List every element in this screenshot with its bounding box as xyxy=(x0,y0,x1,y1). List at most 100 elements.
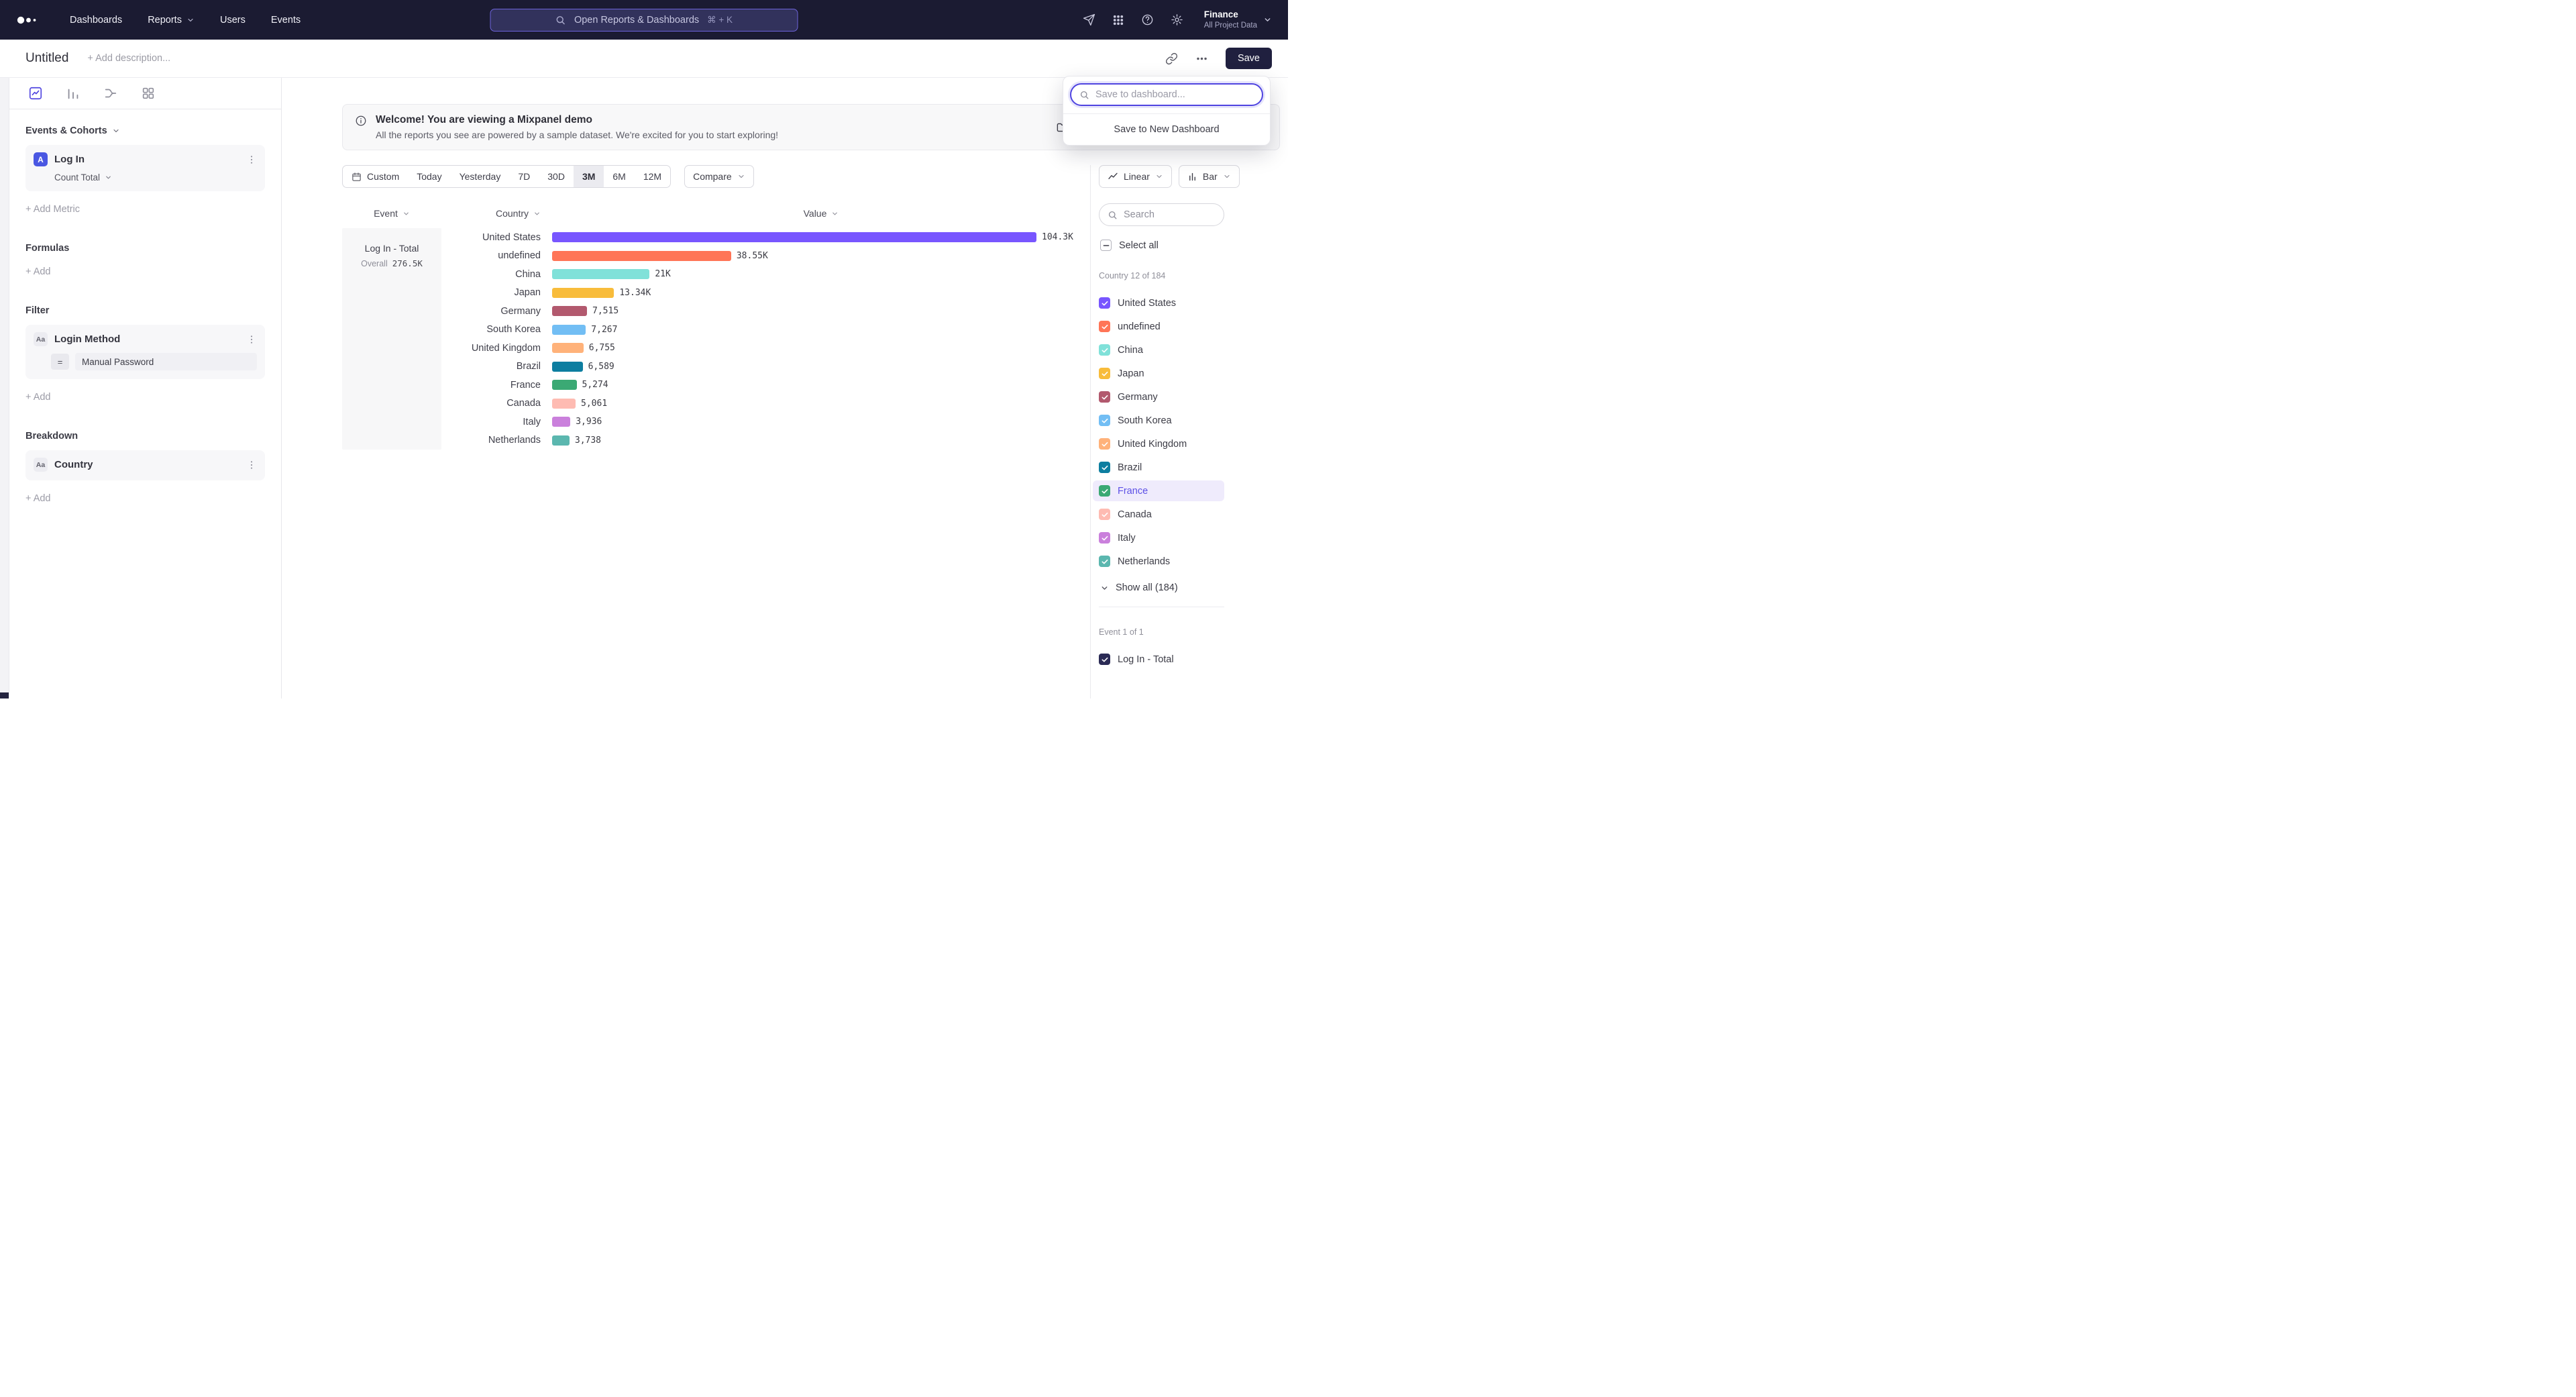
date-range-custom[interactable]: Custom xyxy=(343,166,408,187)
metric-card[interactable]: A Log In Count Total xyxy=(25,145,265,191)
metric-more-icon[interactable] xyxy=(246,154,257,165)
add-filter-button[interactable]: + Add xyxy=(25,392,265,403)
legend-item-italy[interactable]: Italy xyxy=(1093,527,1224,548)
value-column-header[interactable]: Value xyxy=(552,208,1090,219)
legend-item-undefined[interactable]: undefined xyxy=(1093,316,1224,337)
checkbox-china[interactable] xyxy=(1099,344,1110,356)
filter-card[interactable]: Aa Login Method = Manual Password xyxy=(25,325,265,379)
legend-item-netherlands[interactable]: Netherlands xyxy=(1093,551,1224,572)
nav-item-dashboards[interactable]: Dashboards xyxy=(70,15,122,25)
date-range-yesterday[interactable]: Yesterday xyxy=(451,166,510,187)
nav-item-reports[interactable]: Reports xyxy=(148,15,195,25)
save-to-new-dashboard-item[interactable]: Save to New Dashboard xyxy=(1070,114,1263,145)
add-formula-button[interactable]: + Add xyxy=(25,266,265,277)
bar-japan[interactable] xyxy=(552,288,614,298)
apps-grid-icon[interactable] xyxy=(1112,14,1124,26)
bar-undefined[interactable] xyxy=(552,251,731,261)
bar-germany[interactable] xyxy=(552,306,587,316)
bar-south-korea[interactable] xyxy=(552,325,586,335)
legend-item-brazil[interactable]: Brazil xyxy=(1093,457,1224,478)
checkbox-united-states[interactable] xyxy=(1099,297,1110,309)
bar-united-states[interactable] xyxy=(552,232,1036,242)
select-all-checkbox[interactable] xyxy=(1100,240,1112,251)
filter-value-selector[interactable]: Manual Password xyxy=(75,353,257,370)
show-all-button[interactable]: Show all (184) xyxy=(1099,582,1224,593)
legend-item-canada[interactable]: Canada xyxy=(1093,504,1224,525)
settings-gear-icon[interactable] xyxy=(1171,13,1183,26)
save-button[interactable]: Save xyxy=(1226,48,1272,69)
mixpanel-logo-icon[interactable] xyxy=(16,15,40,25)
tab-flows-icon[interactable] xyxy=(103,86,118,101)
checkbox-netherlands[interactable] xyxy=(1099,556,1110,567)
line-type-selector[interactable]: Linear xyxy=(1099,165,1172,188)
date-range-7d[interactable]: 7D xyxy=(509,166,539,187)
date-range-6m[interactable]: 6M xyxy=(604,166,634,187)
add-metric-button[interactable]: + Add Metric xyxy=(25,204,265,215)
filter-operator-selector[interactable]: = xyxy=(51,354,69,370)
filter-property-name[interactable]: Login Method xyxy=(54,333,239,345)
aggregation-selector[interactable]: Count Total xyxy=(54,172,257,183)
global-search-button[interactable]: Open Reports & Dashboards ⌘ + K xyxy=(490,9,798,32)
checkbox-italy[interactable] xyxy=(1099,532,1110,544)
legend-item-germany[interactable]: Germany xyxy=(1093,386,1224,407)
legend-item-south-korea[interactable]: South Korea xyxy=(1093,410,1224,431)
checkbox-germany[interactable] xyxy=(1099,391,1110,403)
filter-more-icon[interactable] xyxy=(246,334,257,345)
compare-button[interactable]: Compare xyxy=(684,165,754,188)
checkbox-canada[interactable] xyxy=(1099,509,1110,520)
report-title[interactable]: Untitled xyxy=(25,51,68,66)
legend-item-china[interactable]: China xyxy=(1093,340,1224,360)
add-breakdown-button[interactable]: + Add xyxy=(25,493,265,504)
events-section-title[interactable]: Events & Cohorts xyxy=(25,125,265,136)
bar-value-label: 21K xyxy=(655,269,670,279)
legend-item-united-kingdom[interactable]: United Kingdom xyxy=(1093,433,1224,454)
body-row: Events & Cohorts A Log In Count Total xyxy=(0,78,1288,698)
date-range-3m[interactable]: 3M xyxy=(574,166,604,187)
save-to-dashboard-input[interactable] xyxy=(1095,89,1254,100)
tab-insights-line-chart-icon[interactable] xyxy=(28,86,43,101)
checkbox-brazil[interactable] xyxy=(1099,462,1110,473)
breakdown-card[interactable]: Aa Country xyxy=(25,450,265,480)
checkbox-france[interactable] xyxy=(1099,485,1110,497)
checkbox-south-korea[interactable] xyxy=(1099,415,1110,426)
legend-item-france[interactable]: France xyxy=(1093,480,1224,501)
bar-italy[interactable] xyxy=(552,417,570,427)
event-column-header[interactable]: Event xyxy=(342,208,441,219)
collapsed-nav-rail[interactable] xyxy=(0,78,9,698)
tab-retention-grid-icon[interactable] xyxy=(141,86,156,101)
checkbox-undefined[interactable] xyxy=(1099,321,1110,332)
bar-united-kingdom[interactable] xyxy=(552,343,584,353)
bar-china[interactable] xyxy=(552,269,649,279)
more-options-icon[interactable] xyxy=(1195,52,1208,65)
copy-link-icon[interactable] xyxy=(1165,52,1178,65)
nav-item-users[interactable]: Users xyxy=(220,15,246,25)
checkbox-japan[interactable] xyxy=(1099,368,1110,379)
nav-item-events[interactable]: Events xyxy=(271,15,301,25)
save-to-dashboard-search[interactable] xyxy=(1070,83,1263,106)
legend-search-input[interactable] xyxy=(1124,209,1216,220)
legend-item-log-in-total[interactable]: Log In - Total xyxy=(1093,649,1224,670)
help-icon[interactable] xyxy=(1141,13,1154,26)
chart-type-selector[interactable]: Bar xyxy=(1179,165,1240,188)
bar-canada[interactable] xyxy=(552,399,576,409)
tab-bar-chart-icon[interactable] xyxy=(66,86,80,101)
metric-event-name[interactable]: Log In xyxy=(54,154,239,165)
checkbox-log-in-total[interactable] xyxy=(1099,654,1110,665)
date-range-today[interactable]: Today xyxy=(408,166,450,187)
breakdown-property-name[interactable]: Country xyxy=(54,459,239,470)
bar-france[interactable] xyxy=(552,380,577,390)
select-all-row[interactable]: Select all xyxy=(1099,240,1224,251)
date-range-30d[interactable]: 30D xyxy=(539,166,574,187)
checkbox-united-kingdom[interactable] xyxy=(1099,438,1110,450)
legend-item-united-states[interactable]: United States xyxy=(1093,293,1224,313)
send-data-icon[interactable] xyxy=(1083,13,1095,26)
project-switcher[interactable]: Finance All Project Data xyxy=(1204,9,1272,30)
breakdown-more-icon[interactable] xyxy=(246,460,257,470)
legend-item-japan[interactable]: Japan xyxy=(1093,363,1224,384)
date-range-12m[interactable]: 12M xyxy=(635,166,670,187)
legend-search-box[interactable] xyxy=(1099,203,1224,226)
bar-netherlands[interactable] xyxy=(552,435,570,446)
bar-brazil[interactable] xyxy=(552,362,583,372)
add-description-field[interactable]: + Add description... xyxy=(87,53,170,64)
country-column-header[interactable]: Country xyxy=(441,208,541,219)
